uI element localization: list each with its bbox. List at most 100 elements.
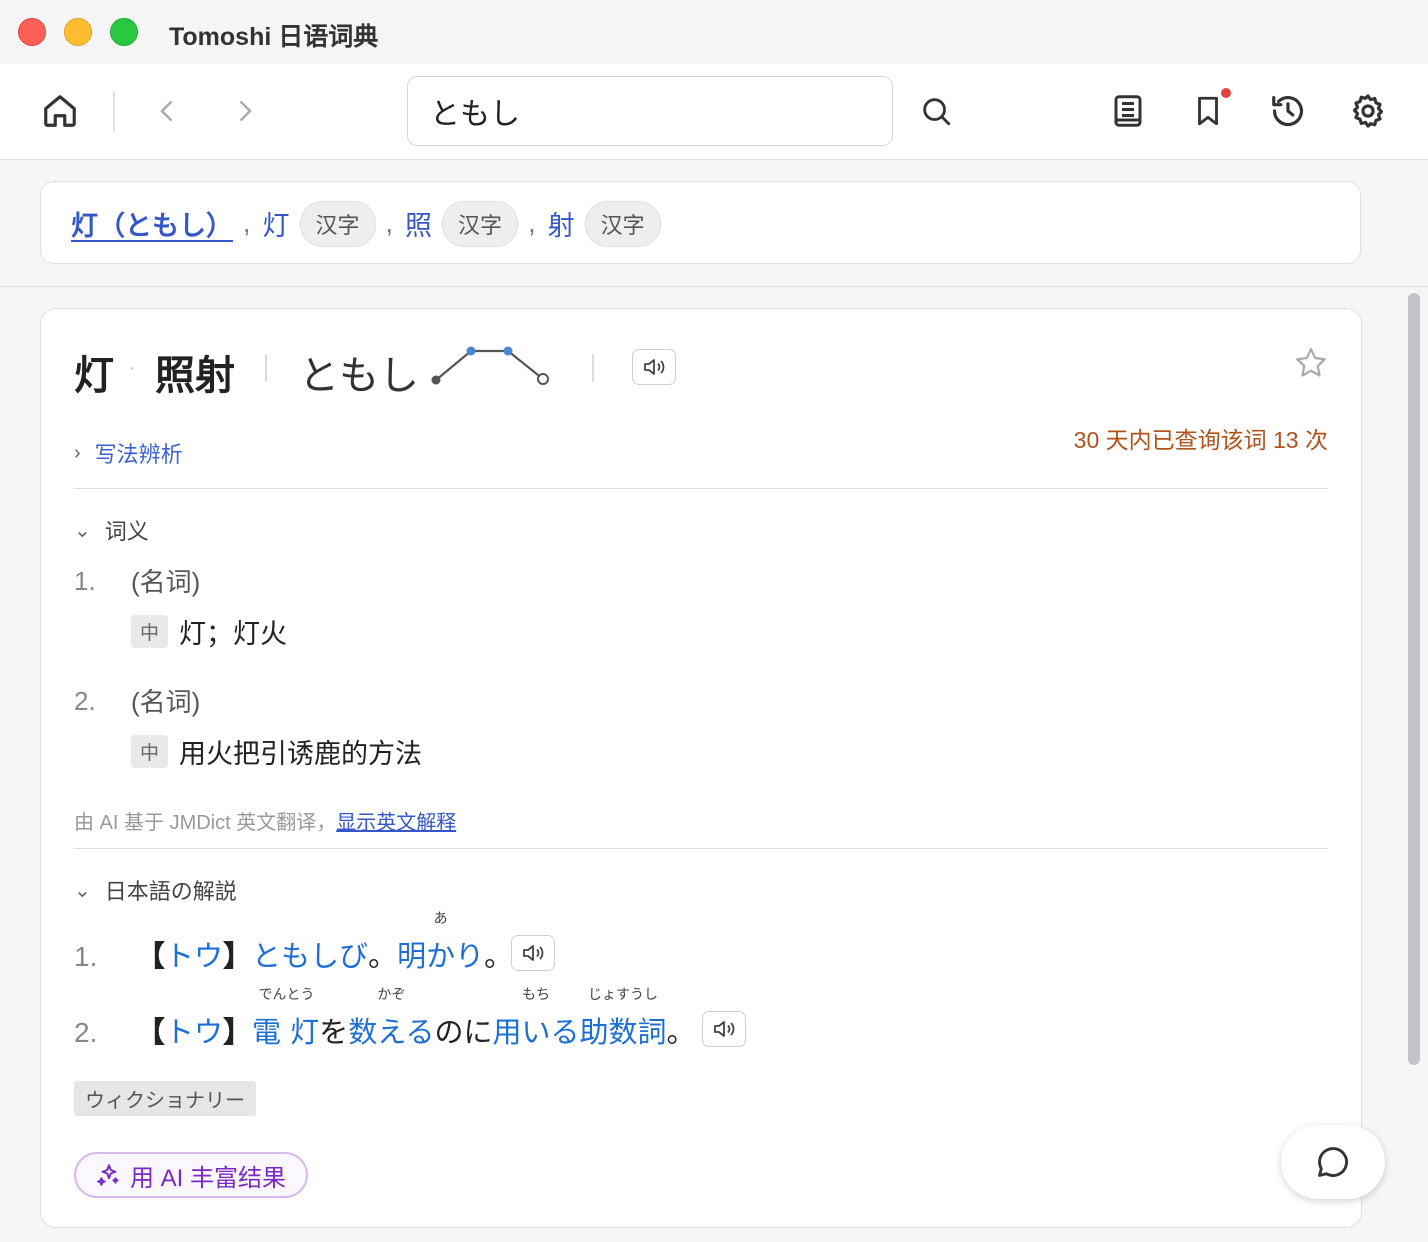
home-icon[interactable]: [38, 89, 82, 133]
furigana: あ: [433, 911, 448, 927]
chevron-down-icon: ⌄: [74, 519, 91, 542]
text: を: [319, 1015, 349, 1049]
sense-gloss: 灯；灯火: [179, 619, 288, 649]
history-icon[interactable]: [1266, 89, 1310, 133]
word-link[interactable]: 灯: [290, 1015, 319, 1049]
search-results-bar: 灯（ともし） , 灯 汉字 , 照 汉字 , 射 汉字: [40, 181, 1361, 264]
ai-button-label: 用 AI 丰富结果: [130, 1164, 287, 1192]
result-separator: ,: [385, 208, 394, 238]
sense-gloss: 用火把引诱鹿的方法: [179, 739, 423, 769]
sense-gloss-row: 中 灯；灯火: [131, 612, 287, 651]
jp-definition: 2. 【トウ】 でんとう電 灯を かぞ 数えるのに もち 用いる じょすうし 助数詞。: [74, 987, 696, 1051]
headword-separator: ·: [129, 357, 136, 379]
headword: 灯: [74, 354, 114, 398]
senses-title: 词义: [104, 519, 149, 544]
show-english-link[interactable]: 显示英文解释: [336, 812, 456, 834]
header-divider: [265, 354, 267, 382]
speaker-icon: [644, 359, 665, 375]
entry-card: 灯 · 照射 ともし 30 天内已查询该词 13 次 › 写法辨析 ⌄ 词义 1…: [40, 308, 1362, 1228]
jp-definition: 1. 【トウ】ともしび。あ明かり。: [74, 911, 514, 975]
play-definition-audio-button[interactable]: [702, 1011, 746, 1047]
punctuation: 。: [368, 939, 398, 973]
source-tag: ウィクショナリー: [74, 1081, 256, 1116]
headword-reading: ともし: [299, 353, 419, 399]
jp-def-number: 1.: [74, 941, 98, 972]
bracket: 【: [136, 1015, 166, 1049]
word-link[interactable]: 明かり: [397, 939, 484, 973]
furigana: じょすうし: [587, 987, 658, 1003]
play-audio-button[interactable]: [632, 349, 676, 385]
text: のに: [434, 1015, 493, 1049]
result-kanji-link[interactable]: 射: [548, 204, 575, 243]
results-list: 灯（ともし） , 灯 汉字 , 照 汉字 , 射 汉字: [71, 182, 661, 265]
orthography-toggle[interactable]: › 写法辨析: [74, 437, 183, 469]
close-window-button[interactable]: [18, 18, 46, 46]
chevron-left-icon[interactable]: [145, 89, 189, 133]
scrollbar[interactable]: [1408, 293, 1420, 1065]
reading-link[interactable]: トウ: [165, 939, 223, 973]
reading-link[interactable]: トウ: [165, 1015, 223, 1049]
chat-bubble-icon: [1318, 1147, 1348, 1177]
word-link[interactable]: ともしび: [252, 939, 368, 973]
word-link[interactable]: 助数詞: [579, 1015, 666, 1049]
result-separator: ,: [528, 208, 536, 238]
language-badge: 中: [131, 615, 169, 648]
sense-number: 2.: [74, 686, 96, 716]
sense-number: 1.: [74, 566, 96, 596]
title-bar: Tomoshi 日语词典: [0, 0, 1428, 64]
result-kanji-link[interactable]: 灯: [263, 204, 290, 243]
bracket: 】: [223, 1015, 253, 1049]
result-kanji-link[interactable]: 照: [405, 204, 432, 243]
book-icon[interactable]: [1106, 89, 1150, 133]
chevron-down-icon: ⌄: [74, 879, 91, 902]
part-of-speech: (名词): [131, 687, 201, 717]
senses-section-toggle[interactable]: ⌄ 词义: [74, 514, 149, 546]
toolbar-divider: [113, 91, 115, 131]
bracket: 】: [223, 939, 253, 973]
word-link[interactable]: 数える: [348, 1015, 434, 1049]
sense-gloss-row: 中 用火把引诱鹿的方法: [131, 732, 422, 771]
punctuation: 。: [666, 1015, 696, 1049]
ai-translation-note: 由 AI 基于 JMDict 英文翻译，显示英文解释: [74, 806, 456, 835]
orthography-label: 写法辨析: [94, 442, 183, 467]
part-of-speech: (名词): [131, 567, 201, 597]
ai-note-text: 由 AI 基于 JMDict 英文翻译，: [74, 812, 337, 834]
star-icon[interactable]: [1293, 345, 1329, 386]
word-link[interactable]: 電: [252, 1015, 281, 1049]
furigana: もち: [521, 987, 550, 1003]
jp-section-title: 日本語の解説: [104, 879, 237, 904]
punctuation: 。: [484, 939, 514, 973]
chevron-right-icon[interactable]: [223, 89, 267, 133]
play-definition-audio-button[interactable]: [511, 935, 555, 971]
section-divider: [0, 286, 1428, 287]
search-icon[interactable]: [914, 89, 958, 133]
result-word-link[interactable]: 灯（ともし）: [71, 204, 233, 243]
zoom-window-button[interactable]: [110, 18, 138, 46]
word-link[interactable]: 用いる: [492, 1015, 579, 1049]
minimize-window-button[interactable]: [64, 18, 92, 46]
pitch-accent-graph: [431, 346, 549, 385]
chat-button[interactable]: [1281, 1125, 1385, 1199]
headword-alt: 照射: [155, 354, 235, 398]
result-kanji-tag: 汉字: [442, 200, 519, 247]
notification-dot: [1221, 88, 1231, 98]
result-separator: ,: [243, 208, 251, 238]
bracket: 【: [136, 939, 166, 973]
search-box: [407, 76, 893, 146]
language-badge: 中: [131, 735, 169, 768]
result-kanji-tag: 汉字: [299, 200, 376, 247]
divider: [74, 848, 1328, 849]
speaker-icon: [714, 1021, 735, 1037]
window-title: Tomoshi 日语词典: [169, 23, 379, 51]
speaker-icon: [523, 945, 544, 961]
lookup-count: 30 天内已查询该词 13 次: [1073, 427, 1328, 453]
furigana: でんとう: [258, 987, 315, 1003]
header-divider: [592, 354, 594, 382]
chevron-right-icon: ›: [74, 441, 81, 464]
sparkle-icon: [97, 1164, 119, 1186]
gear-icon[interactable]: [1346, 89, 1390, 133]
ai-enrich-button[interactable]: 用 AI 丰富结果: [74, 1152, 309, 1198]
result-kanji-tag: 汉字: [584, 200, 661, 247]
search-input[interactable]: [430, 91, 870, 131]
jp-definition-section-toggle[interactable]: ⌄ 日本語の解説: [74, 874, 237, 906]
